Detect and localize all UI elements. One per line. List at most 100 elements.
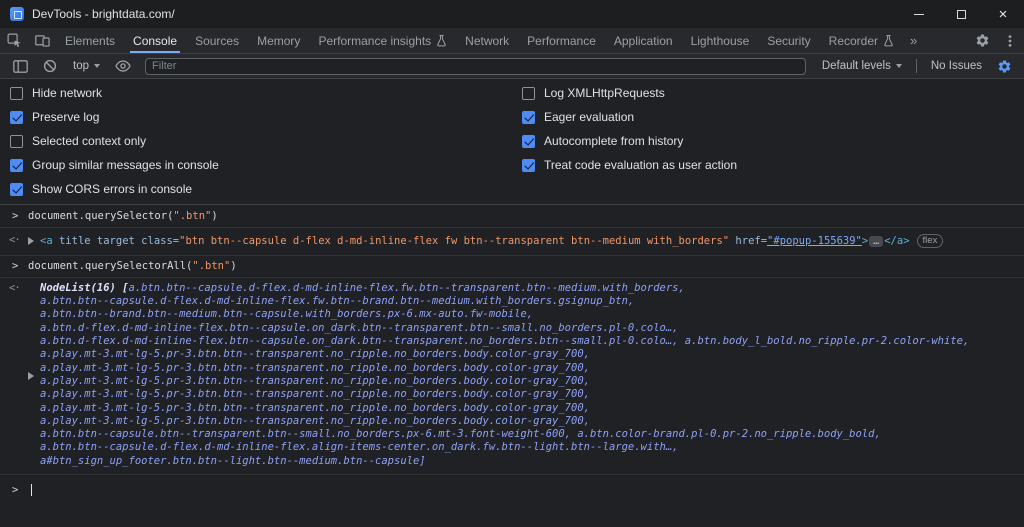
tab-label: Performance insights bbox=[318, 34, 431, 48]
setting-label: Group similar messages in console bbox=[32, 158, 219, 172]
setting-label: Autocomplete from history bbox=[544, 134, 683, 148]
tab-label: Console bbox=[133, 34, 177, 48]
window-controls: × bbox=[898, 0, 1024, 28]
issues-counter[interactable]: No Issues bbox=[925, 60, 988, 72]
live-expression-button[interactable] bbox=[109, 60, 137, 72]
tab-elements[interactable]: Elements bbox=[56, 28, 124, 53]
tab-performance[interactable]: Performance bbox=[518, 28, 605, 53]
href-link[interactable]: "#popup-155639" bbox=[767, 235, 862, 247]
nodelist-line: a.play.mt-3.mt-lg-5.pr-3.btn.btn--transp… bbox=[40, 388, 1016, 401]
checkbox[interactable] bbox=[522, 159, 535, 172]
setting-treat-evaluation-user-action[interactable]: Treat code evaluation as user action bbox=[512, 153, 1024, 177]
clear-console-button[interactable] bbox=[36, 59, 64, 73]
panel-tabbar: Elements Console Sources Memory Performa… bbox=[0, 28, 1024, 54]
checkbox[interactable] bbox=[10, 111, 23, 124]
kebab-menu-icon bbox=[1003, 34, 1017, 48]
console-settings-button[interactable] bbox=[990, 59, 1018, 74]
toolbar-divider bbox=[916, 59, 917, 73]
checkbox[interactable] bbox=[522, 87, 535, 100]
caret-down-icon bbox=[94, 64, 100, 68]
devtools-logo-icon bbox=[10, 7, 24, 21]
log-levels-dropdown[interactable]: Default levels bbox=[816, 60, 908, 72]
tab-recorder[interactable]: Recorder bbox=[820, 28, 903, 53]
setting-selected-context-only[interactable]: Selected context only bbox=[0, 129, 512, 153]
window-title: DevTools - brightdata.com/ bbox=[32, 7, 175, 21]
checkbox[interactable] bbox=[522, 135, 535, 148]
tab-sources[interactable]: Sources bbox=[186, 28, 248, 53]
main-menu-button[interactable] bbox=[996, 28, 1024, 53]
text-cursor bbox=[31, 484, 32, 496]
tab-memory[interactable]: Memory bbox=[248, 28, 309, 53]
nodelist-line: a.btn.btn--capsule.d-flex.d-md-inline-fl… bbox=[40, 441, 1016, 454]
inspect-icon bbox=[7, 33, 22, 48]
tab-label: Elements bbox=[65, 34, 115, 48]
titlebar: DevTools - brightdata.com/ × bbox=[0, 0, 1024, 28]
nodelist-line: a.play.mt-3.mt-lg-5.pr-3.btn.btn--transp… bbox=[40, 348, 1016, 361]
tab-lighthouse[interactable]: Lighthouse bbox=[682, 28, 759, 53]
tab-label: Lighthouse bbox=[691, 34, 750, 48]
panel-left-icon bbox=[13, 60, 28, 73]
maximize-button[interactable] bbox=[940, 0, 982, 28]
inspect-element-button[interactable] bbox=[0, 28, 28, 53]
tab-performance-insights[interactable]: Performance insights bbox=[309, 28, 456, 53]
setting-hide-network[interactable]: Hide network bbox=[0, 81, 512, 105]
ellipsis-expand-button[interactable]: … bbox=[869, 236, 883, 247]
checkbox[interactable] bbox=[10, 159, 23, 172]
expand-triangle-icon[interactable] bbox=[28, 372, 34, 380]
setting-preserve-log[interactable]: Preserve log bbox=[0, 105, 512, 129]
device-toolbar-button[interactable] bbox=[28, 28, 56, 53]
tab-label: Performance bbox=[527, 34, 596, 48]
console-prompt[interactable]: > bbox=[0, 475, 1024, 506]
checkbox[interactable] bbox=[522, 111, 535, 124]
prompt-chevron-icon: > bbox=[12, 484, 18, 497]
setting-label: Eager evaluation bbox=[544, 110, 634, 124]
more-tabs-button[interactable]: » bbox=[903, 28, 924, 53]
close-button[interactable]: × bbox=[982, 0, 1024, 28]
setting-show-cors-errors[interactable]: Show CORS errors in console bbox=[0, 177, 512, 201]
command-text: document.querySelector(".btn") bbox=[28, 210, 218, 222]
nodelist-line: a.btn.d-flex.d-md-inline-flex.btn--capsu… bbox=[40, 335, 1016, 348]
expand-triangle-icon[interactable] bbox=[28, 237, 34, 245]
tab-label: Application bbox=[614, 34, 673, 48]
console-command-2[interactable]: > document.querySelectorAll(".btn") bbox=[0, 256, 1024, 278]
close-icon: × bbox=[999, 7, 1008, 22]
minimize-button[interactable] bbox=[898, 0, 940, 28]
checkbox[interactable] bbox=[10, 87, 23, 100]
nodelist-line: a.play.mt-3.mt-lg-5.pr-3.btn.btn--transp… bbox=[40, 375, 1016, 388]
tab-network[interactable]: Network bbox=[456, 28, 518, 53]
minimize-icon bbox=[914, 14, 924, 15]
nodelist-line: a.play.mt-3.mt-lg-5.pr-3.btn.btn--transp… bbox=[40, 402, 1016, 415]
nodelist-line: a.btn.d-flex.d-md-inline-flex.btn--capsu… bbox=[40, 322, 1016, 335]
tab-security[interactable]: Security bbox=[758, 28, 819, 53]
setting-label: Selected context only bbox=[32, 134, 146, 148]
console-command-1[interactable]: > document.querySelector(".btn") bbox=[0, 206, 1024, 228]
checkbox[interactable] bbox=[10, 183, 23, 196]
prompt-chevron-icon: > bbox=[12, 260, 18, 273]
caret-down-icon bbox=[896, 64, 902, 68]
settings-column-left: Hide network Preserve log Selected conte… bbox=[0, 81, 512, 201]
setting-autocomplete-history[interactable]: Autocomplete from history bbox=[512, 129, 1024, 153]
tab-console[interactable]: Console bbox=[124, 28, 186, 53]
console-sidebar-button[interactable] bbox=[6, 60, 34, 73]
console-result-2[interactable]: <· NodeList(16) [a.btn.btn--capsule.d-fl… bbox=[0, 278, 1024, 475]
setting-eager-evaluation[interactable]: Eager evaluation bbox=[512, 105, 1024, 129]
context-label: top bbox=[73, 60, 89, 72]
settings-button[interactable] bbox=[968, 28, 996, 53]
filter-input[interactable] bbox=[145, 58, 806, 75]
flask-icon bbox=[883, 34, 894, 47]
setting-label: Show CORS errors in console bbox=[32, 182, 192, 196]
flex-badge[interactable]: flex bbox=[917, 234, 944, 248]
setting-group-similar[interactable]: Group similar messages in console bbox=[0, 153, 512, 177]
setting-log-xmlhttprequests[interactable]: Log XMLHttpRequests bbox=[512, 81, 1024, 105]
settings-column-right: Log XMLHttpRequests Eager evaluation Aut… bbox=[512, 81, 1024, 201]
clear-console-icon bbox=[43, 59, 57, 73]
gear-icon bbox=[975, 33, 990, 48]
context-selector[interactable]: top bbox=[66, 60, 107, 72]
tab-application[interactable]: Application bbox=[605, 28, 682, 53]
nodelist-line: a.btn.btn--brand.btn--medium.btn--capsul… bbox=[40, 308, 1016, 321]
tab-label: Sources bbox=[195, 34, 239, 48]
checkbox[interactable] bbox=[10, 135, 23, 148]
nodelist-line: a.btn.btn--capsule.d-flex.d-md-inline-fl… bbox=[40, 295, 1016, 308]
console-output: > document.querySelector(".btn") <· <a t… bbox=[0, 205, 1024, 527]
console-result-1[interactable]: <· <a title target class="btn btn--capsu… bbox=[0, 228, 1024, 255]
